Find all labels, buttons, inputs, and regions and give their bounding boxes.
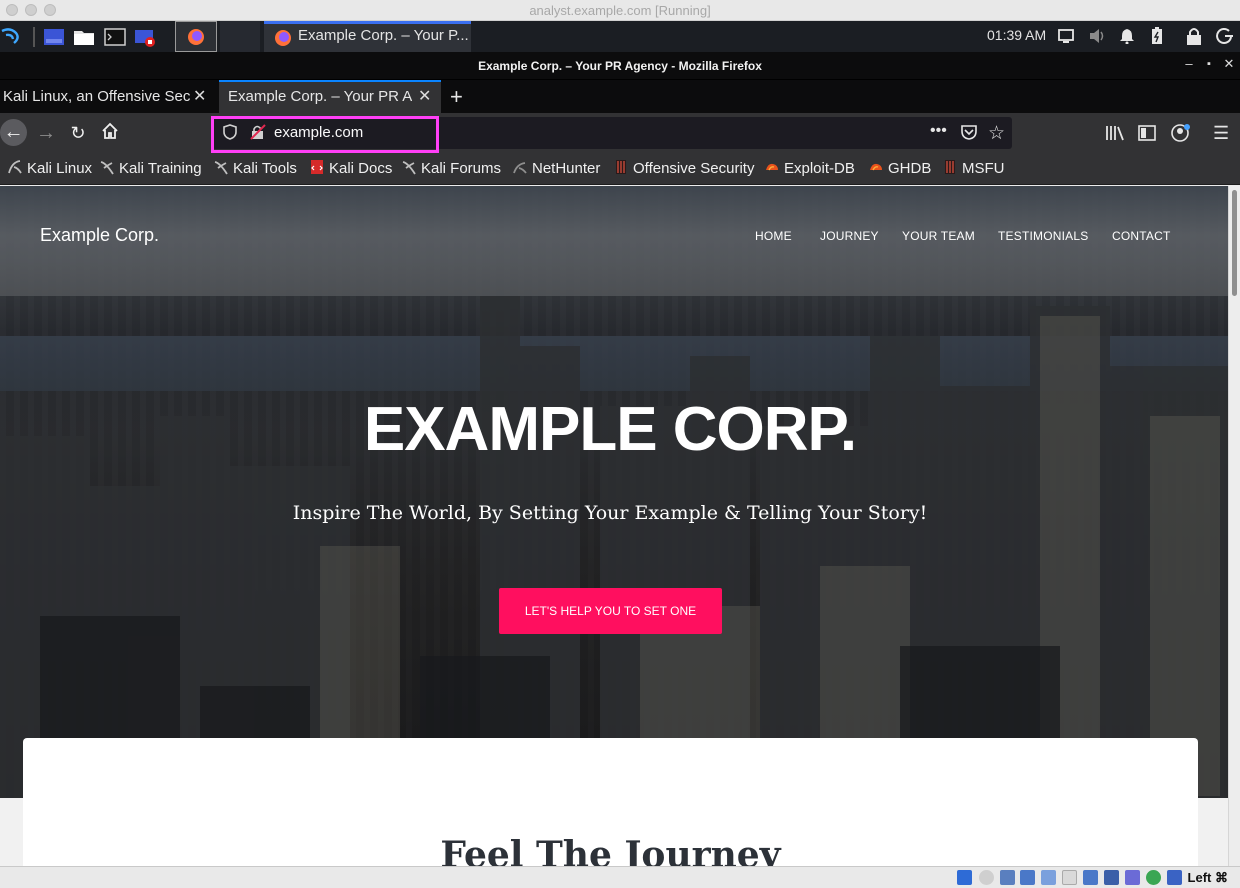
firefox-taskbar-button[interactable] [175, 21, 217, 52]
active-window-label: Example Corp. – Your P... [298, 27, 469, 44]
section-title: Feel The Journey [440, 834, 781, 866]
recording-icon[interactable] [1104, 870, 1119, 885]
active-window-task[interactable]: Example Corp. – Your P... [264, 21, 471, 52]
library-icon[interactable] [1105, 124, 1125, 147]
mouse-integration-icon[interactable] [1167, 870, 1182, 885]
firefox-window-title: Example Corp. – Your PR Agency - Mozilla… [478, 59, 762, 73]
hero-subtitle: Inspire The World, By Setting Your Examp… [292, 502, 928, 524]
panel-clock[interactable]: 01:39 AM [987, 27, 1046, 43]
cta-button[interactable]: LET'S HELP YOU TO SET ONE [499, 588, 722, 634]
cpu-icon[interactable] [1125, 870, 1140, 885]
page-viewport: Example Corp. HOME JOURNEY YOUR TEAM TES… [0, 186, 1228, 866]
offsec-icon [945, 160, 955, 174]
minimize-icon[interactable]: – [1180, 56, 1198, 71]
close-icon[interactable]: ✕ [1220, 56, 1238, 72]
account-icon[interactable] [1170, 123, 1192, 148]
home-button[interactable] [98, 121, 122, 145]
vm-window-titlebar: analyst.example.com [Running] [0, 0, 1240, 21]
bookmark-kali-tools[interactable]: Kali Tools [214, 159, 297, 177]
vbox-status-bar: Left ⌘ [0, 866, 1240, 888]
tab-strip: Kali Linux, an Offensive Secu ✕ Example … [0, 80, 1240, 113]
kali-dragon-icon [214, 161, 228, 175]
bookmark-kali-linux[interactable]: Kali Linux [8, 159, 92, 177]
tab-label: Kali Linux, an Offensive Secu [3, 88, 191, 105]
pocket-icon[interactable] [960, 124, 978, 145]
lock-screen-icon[interactable] [1186, 27, 1202, 51]
page-actions-icon[interactable]: ••• [930, 122, 947, 140]
tab-close-icon[interactable]: ✕ [418, 86, 431, 106]
maximize-icon[interactable]: ▪ [1200, 58, 1218, 70]
tab-example-corp[interactable]: Example Corp. – Your PR Ag ✕ [219, 80, 441, 113]
host-key-label: Left ⌘ [1187, 870, 1228, 885]
bookmark-kali-training[interactable]: Kali Training [100, 159, 202, 177]
ghdb-icon [870, 163, 882, 171]
bookmark-nethunter[interactable]: NetHunter [513, 159, 600, 177]
terminal-icon[interactable] [103, 25, 127, 49]
tab-close-icon[interactable]: ✕ [193, 86, 206, 106]
menu-icon[interactable]: ☰ [1213, 123, 1229, 144]
bookmark-msfu[interactable]: MSFU [943, 159, 1005, 177]
vm-window-title: analyst.example.com [Running] [529, 3, 711, 18]
firefox-titlebar: Example Corp. – Your PR Agency - Mozilla… [0, 52, 1240, 80]
logout-icon[interactable] [1216, 27, 1234, 51]
shared-folder-icon[interactable] [1062, 870, 1077, 885]
kali-menu-icon[interactable] [0, 25, 22, 49]
nav-contact[interactable]: CONTACT [1112, 229, 1171, 243]
navigation-toolbar: ← → ↻ example.com ••• ☆ ☰ [0, 113, 1240, 153]
nav-journey[interactable]: JOURNEY [820, 229, 879, 243]
display-icon[interactable] [1058, 28, 1074, 52]
bookmark-kali-forums[interactable]: Kali Forums [402, 159, 501, 177]
nav-your-team[interactable]: YOUR TEAM [902, 229, 975, 243]
bookmark-ghdb[interactable]: GHDB [869, 159, 931, 177]
exploitdb-icon [766, 163, 778, 171]
file-manager-icon[interactable] [72, 25, 96, 49]
display-settings-icon[interactable] [1083, 870, 1098, 885]
battery-icon[interactable] [1150, 27, 1164, 51]
page-scrollbar[interactable] [1228, 186, 1240, 866]
scrollbar-thumb[interactable] [1232, 190, 1237, 296]
kali-dragon-icon [100, 161, 114, 175]
back-button[interactable]: ← [0, 119, 27, 146]
optical-drive-icon[interactable] [979, 870, 994, 885]
home-icon [102, 122, 118, 139]
bookmark-offensive-security[interactable]: Offensive Security [614, 159, 754, 177]
kali-top-panel: Example Corp. – Your P... 01:39 AM [0, 21, 1240, 52]
tab-kali-linux[interactable]: Kali Linux, an Offensive Secu ✕ [0, 80, 215, 113]
hero-title: EXAMPLE CORP. [363, 395, 857, 464]
audio-icon[interactable] [1000, 870, 1015, 885]
nav-home[interactable]: HOME [755, 229, 792, 243]
empty-workspace-button[interactable] [220, 21, 260, 52]
offsec-icon [616, 160, 626, 174]
network-icon[interactable] [1020, 870, 1035, 885]
new-tab-button[interactable]: + [450, 84, 463, 110]
sidebar-icon[interactable] [1138, 124, 1156, 147]
hard-disk-icon[interactable] [957, 870, 972, 885]
nav-testimonials[interactable]: TESTIMONIALS [998, 229, 1088, 243]
notifications-icon[interactable] [1119, 28, 1135, 52]
volume-icon[interactable] [1088, 28, 1106, 52]
tab-label: Example Corp. – Your PR Ag [228, 88, 412, 105]
url-highlight-box [211, 116, 439, 153]
kali-docs-icon [311, 160, 323, 174]
bookmarks-toolbar: Kali Linux Kali Training Kali Tools Kali… [0, 153, 1240, 185]
bookmark-kali-docs[interactable]: Kali Docs [310, 159, 392, 177]
forward-button[interactable]: → [34, 121, 58, 145]
hero-section: Example Corp. HOME JOURNEY YOUR TEAM TES… [0, 186, 1228, 798]
workspace-icon[interactable] [42, 25, 66, 49]
reload-button[interactable]: ↻ [66, 121, 90, 145]
journey-card: Feel The Journey [23, 738, 1198, 866]
bookmark-exploit-db[interactable]: Exploit-DB [765, 159, 855, 177]
kali-dragon-icon [8, 160, 22, 174]
kali-dragon-icon [402, 161, 416, 175]
bookmark-star-icon[interactable]: ☆ [988, 122, 1005, 145]
guest-additions-icon[interactable] [1146, 870, 1161, 885]
screen-recorder-icon[interactable] [133, 25, 157, 49]
kali-dragon-icon [513, 162, 527, 174]
usb-icon[interactable] [1041, 870, 1056, 885]
site-brand[interactable]: Example Corp. [40, 225, 159, 246]
